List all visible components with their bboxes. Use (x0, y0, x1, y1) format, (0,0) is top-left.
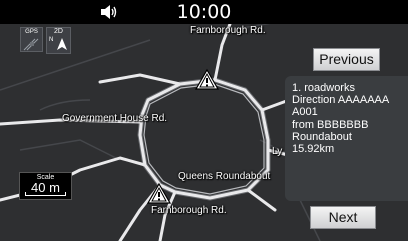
previous-button[interactable]: Previous (313, 48, 380, 71)
info-from: from BBBBBBB (292, 118, 369, 131)
view-mode-button[interactable]: 2D N (46, 27, 71, 54)
north-label: N (49, 37, 54, 43)
gps-label: GPS (25, 29, 38, 35)
traffic-info-panel: 1. roadworks Direction AAAAAAA A001 from… (285, 76, 408, 201)
gps-indicator: GPS (20, 27, 43, 52)
info-road: A001 (292, 106, 318, 119)
info-location: Roundabout (292, 130, 352, 143)
roadworks-warning-icon (196, 70, 218, 89)
next-button[interactable]: Next (310, 206, 376, 229)
compass-arrow-icon (57, 38, 67, 50)
road-label-partial: Ly (272, 146, 283, 157)
status-bar: 10:00 (0, 0, 408, 24)
view-mode-label: 2D (54, 28, 63, 35)
scale-bar (25, 192, 66, 196)
clock: 10:00 (176, 1, 232, 23)
info-direction: Direction AAAAAAA (292, 94, 390, 107)
info-title: 1. roadworks (292, 82, 355, 94)
map-scale[interactable]: Scale 40 m (19, 172, 72, 200)
roadworks-warning-icon (148, 184, 170, 203)
road-label-farnborough-bottom: Farnborough Rd. (151, 205, 227, 216)
road-label-farnborough-top: Farnborough Rd. (190, 25, 266, 36)
info-distance: 15.92km (292, 143, 335, 156)
road-label-government-house: Government House Rd. (62, 113, 168, 124)
satellite-icon (23, 38, 39, 51)
navigation-screen: Farnborough Rd. Government House Rd. Que… (0, 0, 408, 241)
road-label-queens-roundabout: Queens Roundabout (178, 171, 271, 182)
